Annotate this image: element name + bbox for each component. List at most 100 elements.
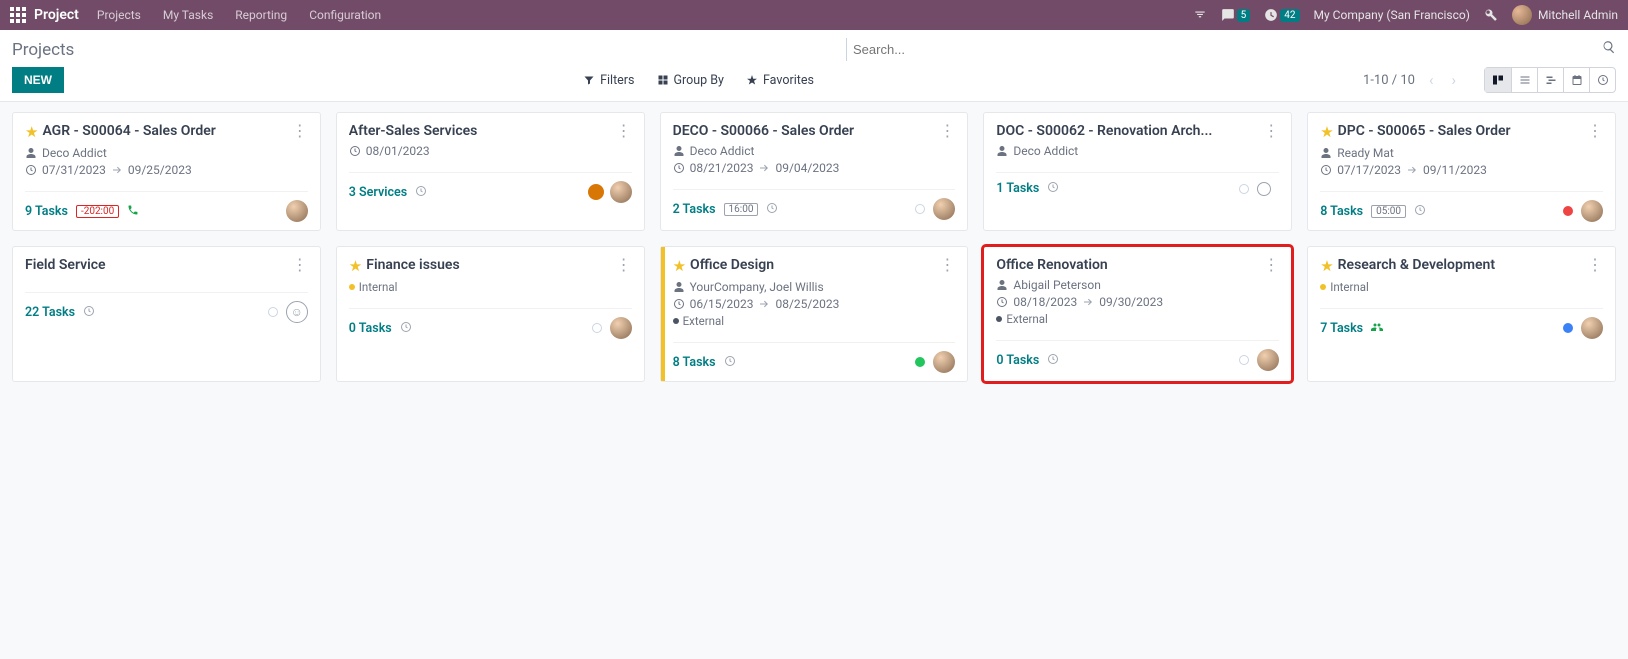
search-input[interactable] [853,38,1616,61]
voip-icon[interactable] [1193,8,1207,22]
pager-prev[interactable]: ‹ [1425,71,1438,89]
group-icon [1371,320,1383,336]
task-count[interactable]: 8 Tasks [1320,204,1363,219]
card-menu-icon[interactable]: ⋮ [286,123,308,139]
assignee-avatar[interactable] [610,181,632,203]
card-menu-icon[interactable]: ⋮ [610,123,632,139]
task-count[interactable]: 2 Tasks [673,202,716,217]
new-button[interactable]: NEW [12,67,64,93]
project-card[interactable]: ★ Finance issues ⋮ Internal 0 Tasks [336,246,645,382]
project-card[interactable]: After-Sales Services ⋮ 08/01/2023 3 Serv… [336,112,645,231]
messages-button[interactable]: 5 [1221,8,1251,22]
view-switcher [1484,67,1616,93]
clock-icon[interactable] [1414,204,1426,219]
card-menu-icon[interactable]: ⋮ [1257,257,1279,273]
company-switcher[interactable]: My Company (San Francisco) [1314,8,1470,22]
view-calendar[interactable] [1563,68,1589,92]
view-kanban[interactable] [1485,68,1511,92]
assignee-avatar[interactable] [610,317,632,339]
nav-reporting[interactable]: Reporting [235,8,287,22]
search-box[interactable] [846,38,1616,61]
card-menu-icon[interactable]: ⋮ [286,257,308,273]
task-count[interactable]: 9 Tasks [25,204,68,219]
star-icon[interactable]: ★ [673,257,686,275]
clock-icon[interactable] [724,355,736,370]
card-menu-icon[interactable]: ⋮ [933,123,955,139]
clock-icon[interactable] [400,321,412,336]
card-menu-icon[interactable]: ⋮ [610,257,632,273]
task-count[interactable]: 0 Tasks [349,321,392,336]
clock-icon[interactable] [415,185,427,200]
card-menu-icon[interactable]: ⋮ [933,257,955,273]
user-menu[interactable]: Mitchell Admin [1512,5,1618,25]
star-icon[interactable]: ★ [349,257,362,275]
clock-icon[interactable] [1047,353,1059,368]
status-dot[interactable] [268,307,278,317]
card-dates: 08/21/202309/04/2023 [673,161,956,175]
phone-icon[interactable] [127,204,139,219]
card-menu-icon[interactable]: ⋮ [1581,257,1603,273]
search-icon[interactable] [1602,40,1616,57]
task-count[interactable]: 1 Tasks [996,181,1039,196]
card-dates: 06/15/202308/25/2023 [673,297,956,311]
task-count[interactable]: 8 Tasks [673,355,716,370]
status-dot[interactable] [1239,355,1249,365]
project-card[interactable]: ★ Office Design ⋮ YourCompany, Joel Will… [660,246,969,382]
star-icon[interactable]: ★ [1320,123,1333,141]
status-dot[interactable] [1239,184,1249,194]
task-count[interactable]: 7 Tasks [1320,321,1363,336]
nav-my-tasks[interactable]: My Tasks [163,8,213,22]
assignee-avatar[interactable] [1581,317,1603,339]
card-title: Finance issues [366,257,609,273]
view-list[interactable] [1511,68,1537,92]
assignee-avatar[interactable] [933,351,955,373]
card-tag: External [996,312,1279,326]
view-gantt[interactable] [1537,68,1563,92]
project-card[interactable]: Field Service ⋮ 22 Tasks ☺ [12,246,321,382]
assignee-avatar[interactable] [1581,200,1603,222]
project-card[interactable]: ★ DPC - S00065 - Sales Order ⋮ Ready Mat… [1307,112,1616,231]
card-dates: 08/18/202309/30/2023 [996,295,1279,309]
nav-configuration[interactable]: Configuration [309,8,381,22]
control-panel: Projects NEW Filters Group By Favorites … [0,30,1628,102]
filters-button[interactable]: Filters [583,73,634,88]
clock-icon[interactable] [766,202,778,217]
search-options: Filters Group By Favorites [583,73,814,88]
assignee-avatar[interactable] [286,200,308,222]
status-dot[interactable] [915,204,925,214]
card-dates: 07/31/202309/25/2023 [25,163,308,177]
task-count[interactable]: 0 Tasks [996,353,1039,368]
status-dot[interactable] [1563,206,1573,216]
pager-next[interactable]: › [1447,71,1460,89]
apps-icon[interactable] [10,7,26,23]
nav-projects[interactable]: Projects [97,8,141,22]
view-activity[interactable] [1589,68,1615,92]
clock-icon[interactable] [1047,181,1059,196]
project-card[interactable]: Office Renovation ⋮ Abigail Peterson08/1… [983,246,1292,382]
star-icon[interactable]: ★ [1320,257,1333,275]
groupby-button[interactable]: Group By [657,73,724,88]
task-count[interactable]: 3 Services [349,185,407,200]
assignee-avatar[interactable] [1257,349,1279,371]
card-menu-icon[interactable]: ⋮ [1257,123,1279,139]
card-menu-icon[interactable]: ⋮ [1581,123,1603,139]
assignee-avatar[interactable] [933,198,955,220]
task-count[interactable]: 22 Tasks [25,305,75,320]
pager-value: 1-10 / 10 [1363,73,1415,88]
status-ring[interactable] [1257,182,1271,196]
project-card[interactable]: ★ Research & Development ⋮ Internal 7 Ta… [1307,246,1616,382]
project-card[interactable]: DECO - S00066 - Sales Order ⋮ Deco Addic… [660,112,969,231]
project-card[interactable]: ★ AGR - S00064 - Sales Order ⋮ Deco Addi… [12,112,321,231]
star-icon[interactable]: ★ [25,123,38,141]
app-brand[interactable]: Project [34,7,79,23]
card-title: Research & Development [1338,257,1581,273]
status-dot[interactable] [915,357,925,367]
activities-button[interactable]: 42 [1264,8,1299,22]
favorites-button[interactable]: Favorites [746,73,814,88]
tools-icon[interactable] [1484,8,1498,22]
topbar-right: 5 42 My Company (San Francisco) Mitchell… [1193,5,1618,25]
project-card[interactable]: DOC - S00062 - Renovation Arch... ⋮ Deco… [983,112,1292,231]
status-dot[interactable] [1563,323,1573,333]
status-dot[interactable] [592,323,602,333]
clock-icon[interactable] [83,305,95,320]
